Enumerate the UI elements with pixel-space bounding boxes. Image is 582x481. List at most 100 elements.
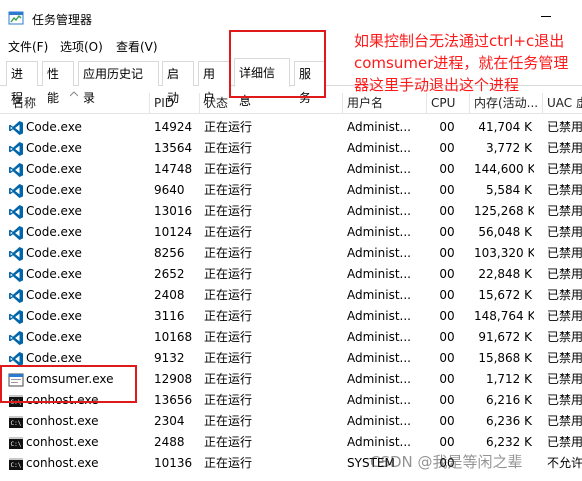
process-memory: 1,712 K bbox=[485, 372, 532, 386]
process-status: 正在运行 bbox=[204, 414, 253, 428]
column-header-username[interactable]: 用户名 bbox=[343, 93, 427, 114]
process-row[interactable]: C:\ conhost.exe 2488 正在运行 Administ... 00 6,232… bbox=[0, 432, 582, 453]
process-uac: 已禁用 bbox=[547, 204, 582, 218]
tab-details[interactable]: 详细信息 bbox=[234, 58, 290, 108]
vscode-icon bbox=[8, 183, 24, 199]
process-uac: 已禁用 bbox=[547, 309, 582, 323]
process-username: Administ... bbox=[347, 309, 411, 323]
process-name-cell: Code.exe bbox=[2, 159, 148, 180]
process-username: Administ... bbox=[347, 120, 411, 134]
process-name: conhost.exe bbox=[26, 393, 99, 407]
process-row[interactable]: Code.exe 13564 正在运行 Administ... 00 3,772 K 已禁用 bbox=[0, 138, 582, 159]
tab-users[interactable]: 用户 bbox=[198, 61, 230, 105]
process-memory: 6,232 K bbox=[485, 435, 532, 449]
tab-startup[interactable]: 启动 bbox=[162, 61, 194, 105]
process-name: conhost.exe bbox=[26, 414, 99, 428]
process-pid: 2408 bbox=[154, 288, 185, 302]
process-name-cell: Code.exe bbox=[2, 327, 148, 348]
process-status: 正在运行 bbox=[204, 120, 253, 134]
process-uac: 已禁用 bbox=[547, 141, 582, 155]
table-header: 名称 PID 状态 用户名 CPU 内存(活动... UAC 虚 bbox=[0, 93, 582, 114]
process-uac: 已禁用 bbox=[547, 246, 582, 260]
minimize-button[interactable] bbox=[536, 6, 556, 26]
process-status: 正在运行 bbox=[204, 141, 253, 155]
process-name-cell: C:\ conhost.exe bbox=[2, 432, 148, 453]
process-username: Administ... bbox=[347, 372, 411, 386]
process-row[interactable]: Code.exe 2652 正在运行 Administ... 00 22,848 K 已禁用 bbox=[0, 264, 582, 285]
tab-processes[interactable]: 进程 bbox=[6, 61, 38, 105]
watermark: CSDN @我是等闲之辈 bbox=[370, 453, 523, 471]
process-row[interactable]: C:\ conhost.exe 13656 正在运行 Administ... 00 6,21… bbox=[0, 390, 582, 411]
process-uac: 已禁用 bbox=[547, 120, 582, 134]
process-memory: 91,672 K bbox=[478, 330, 532, 344]
process-username: Administ... bbox=[347, 435, 411, 449]
process-uac: 已禁用 bbox=[547, 183, 582, 197]
process-status: 正在运行 bbox=[204, 435, 253, 449]
column-header-memory[interactable]: 内存(活动... bbox=[470, 93, 543, 114]
process-uac: 已禁用 bbox=[547, 393, 582, 407]
process-row[interactable]: Code.exe 10124 正在运行 Administ... 00 56,048 K 已禁… bbox=[0, 222, 582, 243]
process-uac: 已禁用 bbox=[547, 414, 582, 428]
process-name: Code.exe bbox=[26, 120, 82, 134]
svg-text:C:\: C:\ bbox=[11, 399, 22, 406]
process-uac: 已禁用 bbox=[547, 288, 582, 302]
process-name-cell: Code.exe bbox=[2, 306, 148, 327]
process-uac: 已禁用 bbox=[547, 372, 582, 386]
process-status: 正在运行 bbox=[204, 372, 253, 386]
column-header-cpu[interactable]: CPU bbox=[427, 93, 470, 114]
process-username: Administ... bbox=[347, 204, 411, 218]
process-name: Code.exe bbox=[26, 309, 82, 323]
process-memory: 22,848 K bbox=[478, 267, 532, 281]
tab-services[interactable]: 服务 bbox=[294, 61, 326, 105]
process-status: 正在运行 bbox=[204, 225, 253, 239]
process-status: 正在运行 bbox=[204, 267, 253, 281]
process-row[interactable]: comsumer.exe 12908 正在运行 Administ... 00 1,712 … bbox=[0, 369, 582, 390]
process-name: Code.exe bbox=[26, 141, 82, 155]
vscode-icon bbox=[8, 267, 24, 283]
tab-app-history[interactable]: 应用历史记录 bbox=[78, 61, 159, 105]
process-pid: 2304 bbox=[154, 414, 185, 428]
tab-performance[interactable]: 性能 bbox=[42, 61, 74, 105]
process-cpu: 00 bbox=[439, 372, 455, 386]
process-row[interactable]: Code.exe 10168 正在运行 Administ... 00 91,672 K 已禁… bbox=[0, 327, 582, 348]
process-row[interactable]: Code.exe 3116 正在运行 Administ... 00 148,764 K 已禁… bbox=[0, 306, 582, 327]
process-cpu: 00 bbox=[439, 225, 455, 239]
process-row[interactable]: Code.exe 14924 正在运行 Administ... 00 41,704 K 已禁… bbox=[0, 117, 582, 138]
process-name-cell: Code.exe bbox=[2, 222, 148, 243]
process-username: Administ... bbox=[347, 351, 411, 365]
menu-view[interactable]: 查看(V) bbox=[116, 38, 158, 55]
process-memory: 3,772 K bbox=[485, 141, 532, 155]
process-status: 正在运行 bbox=[204, 183, 253, 197]
process-row[interactable]: Code.exe 2408 正在运行 Administ... 00 15,672 K 已禁用 bbox=[0, 285, 582, 306]
process-row[interactable]: Code.exe 13016 正在运行 Administ... 00 125,268 K 已… bbox=[0, 201, 582, 222]
column-header-name[interactable]: 名称 bbox=[8, 93, 150, 114]
process-status: 正在运行 bbox=[204, 204, 253, 218]
process-name-cell: Code.exe bbox=[2, 264, 148, 285]
process-list: Code.exe 14924 正在运行 Administ... 00 41,704 K 已禁… bbox=[0, 117, 582, 474]
vscode-icon bbox=[8, 330, 24, 346]
process-row[interactable]: Code.exe 14748 正在运行 Administ... 00 144,600 K 已… bbox=[0, 159, 582, 180]
vscode-icon bbox=[8, 162, 24, 178]
process-memory: 6,236 K bbox=[485, 414, 532, 428]
process-name-cell: Code.exe bbox=[2, 243, 148, 264]
process-row[interactable]: Code.exe 9132 正在运行 Administ... 00 15,868 K 已禁用 bbox=[0, 348, 582, 369]
process-pid: 10136 bbox=[154, 456, 193, 470]
vscode-icon bbox=[8, 309, 24, 325]
process-uac: 已禁用 bbox=[547, 162, 582, 176]
process-row[interactable]: Code.exe 9640 正在运行 Administ... 00 5,584 K 已禁用 bbox=[0, 180, 582, 201]
column-header-status[interactable]: 状态 bbox=[200, 93, 343, 114]
process-cpu: 00 bbox=[439, 309, 455, 323]
column-header-pid[interactable]: PID bbox=[150, 93, 200, 114]
vscode-icon bbox=[8, 120, 24, 136]
process-row[interactable]: C:\ conhost.exe 2304 正在运行 Administ... 00 6,236… bbox=[0, 411, 582, 432]
menu-file[interactable]: 文件(F) bbox=[8, 38, 48, 55]
process-cpu: 00 bbox=[439, 141, 455, 155]
process-row[interactable]: Code.exe 8256 正在运行 Administ... 00 103,320 K 已禁… bbox=[0, 243, 582, 264]
process-memory: 15,868 K bbox=[478, 351, 532, 365]
process-memory: 125,268 K bbox=[474, 204, 534, 218]
menu-options[interactable]: 选项(O) bbox=[60, 38, 103, 55]
process-pid: 13016 bbox=[154, 204, 193, 218]
task-manager-icon bbox=[8, 11, 24, 25]
process-pid: 10124 bbox=[154, 225, 193, 239]
column-header-uac[interactable]: UAC 虚 bbox=[543, 93, 582, 114]
